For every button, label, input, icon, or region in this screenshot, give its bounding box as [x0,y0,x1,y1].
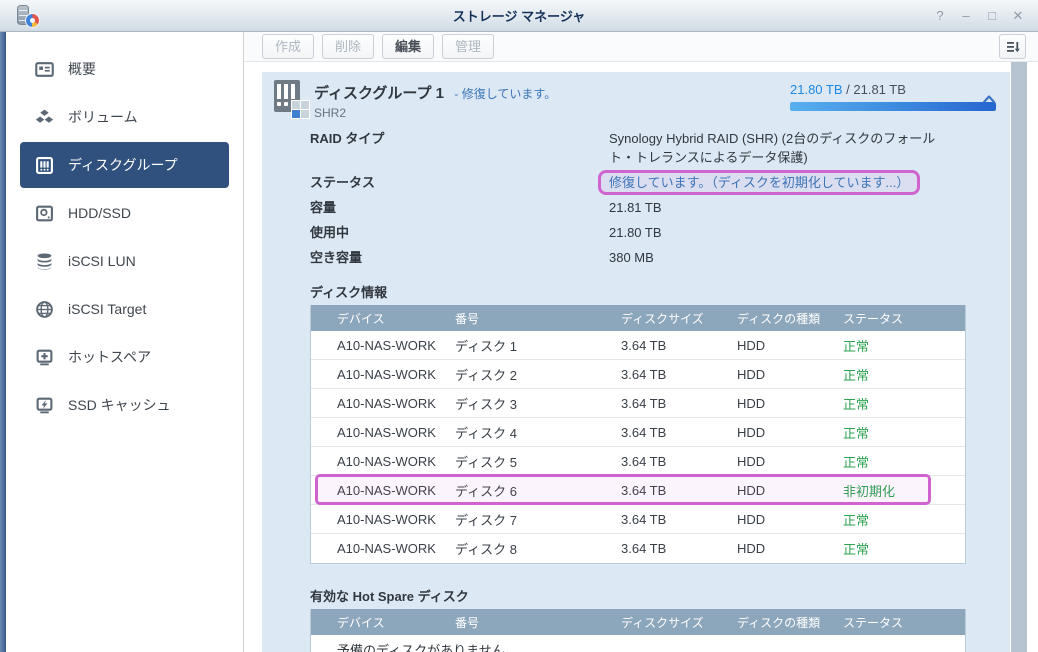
sidebar: 概要 ボリューム ディスクグループ HDD/SSD [6,32,244,652]
create-button[interactable]: 作成 [262,34,314,59]
detail-row-status: ステータス 修復しています。（ディスクを初期化しています...） [274,170,998,195]
status-annotation-box: 修復しています。（ディスクを初期化しています...） [598,170,920,195]
iscsi-lun-icon [34,251,54,271]
raid-level-label: SHR2 [314,106,556,120]
detail-row-raid-type: RAID タイプ Synology Hybrid RAID (SHR) (2台の… [274,126,998,170]
sidebar-item-hdd-ssd[interactable]: HDD/SSD [20,190,229,236]
usage-total-value: 21.81 TB [853,82,906,97]
detail-row-free: 空き容量 380 MB [274,245,998,270]
hdd-ssd-icon [34,203,54,223]
disk-group-panel: ディスクグループ 1 - 修復しています。 SHR2 21.80 TB / 21… [262,72,1010,652]
sidebar-item-overview[interactable]: 概要 [20,46,229,92]
disk-status: 正常 [843,539,965,558]
sidebar-item-disk-group[interactable]: ディスクグループ [20,142,229,188]
sidebar-item-volume[interactable]: ボリューム [20,94,229,140]
sidebar-item-iscsi-lun[interactable]: iSCSI LUN [20,238,229,284]
sort-icon [1005,39,1021,55]
window-title: ストレージ マネージャ [0,6,1038,25]
disk-row-3[interactable]: A10-NAS-WORKディスク 33.64 TBHDD正常 [311,389,965,418]
sidebar-item-ssd-cache[interactable]: SSD キャッシュ [20,382,229,428]
usage-bar [790,102,996,111]
usage-separator: / [843,82,854,97]
maximize-button[interactable]: □ [984,8,1000,24]
hot-spare-section-title: 有効な Hot Spare ディスク [310,586,998,605]
hot-spare-empty-message: 予備のディスクがありません。 [311,635,965,652]
scrollbar-track[interactable] [1011,62,1027,652]
manage-button[interactable]: 管理 [442,34,494,59]
minimize-button[interactable]: – [958,8,974,24]
usage-used-value: 21.80 TB [790,82,843,97]
disk-status: 正常 [843,452,965,471]
title-bar: ストレージ マネージャ ? – □ ✕ [0,0,1038,32]
disk-row-1[interactable]: A10-NAS-WORKディスク 13.64 TBHDD正常 [311,331,965,360]
hot-spare-table-header: デバイス 番号 ディスクサイズ ディスクの種類 ステータス [311,609,965,635]
disk-row-8[interactable]: A10-NAS-WORKディスク 83.64 TBHDD正常 [311,534,965,563]
disk-row-2[interactable]: A10-NAS-WORKディスク 23.64 TBHDD正常 [311,360,965,389]
disk-info-table: デバイス 番号 ディスクサイズ ディスクの種類 ステータス A10-NAS-WO… [310,305,966,564]
disk-info-section-title: ディスク情報 [310,282,998,301]
disk-row-5[interactable]: A10-NAS-WORKディスク 53.64 TBHDD正常 [311,447,965,476]
sort-button[interactable] [999,34,1026,59]
help-button[interactable]: ? [932,8,948,24]
disk-group-icon [34,155,54,175]
disk-row-7[interactable]: A10-NAS-WORKディスク 73.64 TBHDD正常 [311,505,965,534]
sidebar-item-iscsi-target[interactable]: iSCSI Target [20,286,229,332]
disk-status: 正常 [843,423,965,442]
iscsi-target-icon [34,299,54,319]
volume-icon [34,107,54,127]
detail-row-capacity: 容量 21.81 TB [274,195,998,220]
disk-row-4[interactable]: A10-NAS-WORKディスク 43.64 TBHDD正常 [311,418,965,447]
disk-group-status-suffix: - 修復しています。 [454,87,556,101]
sidebar-item-hot-spare[interactable]: ホットスペア [20,334,229,380]
disk-group-title: ディスクグループ 1 [314,85,444,102]
disk-status: 正常 [843,394,965,413]
hot-spare-table: デバイス 番号 ディスクサイズ ディスクの種類 ステータス 予備のディスクがあり… [310,609,966,652]
detail-row-used: 使用中 21.80 TB [274,220,998,245]
close-button[interactable]: ✕ [1010,8,1026,24]
ssd-cache-icon [34,395,54,415]
overview-icon [34,59,54,79]
disk-status: 正常 [843,336,965,355]
storage-manager-window: ストレージ マネージャ ? – □ ✕ 概要 ボリューム [0,0,1038,652]
disk-status: 正常 [843,510,965,529]
collapse-chevron-up-icon[interactable] [982,94,996,104]
edit-button[interactable]: 編集 [382,34,434,59]
usage-bar-fill [790,102,996,111]
toolbar: 作成 削除 編集 管理 [244,32,1038,62]
disk-group-panel-icon [274,80,304,116]
disk-table-header: デバイス 番号 ディスクサイズ ディスクの種類 ステータス [311,305,965,331]
disk-group-details: RAID タイプ Synology Hybrid RAID (SHR) (2台の… [274,126,998,270]
disk-status: 非初期化 [843,481,965,500]
disk-group-header[interactable]: ディスクグループ 1 - 修復しています。 SHR2 21.80 TB / 21… [274,78,998,122]
usage-block: 21.80 TB / 21.81 TB [790,82,996,111]
delete-button[interactable]: 削除 [322,34,374,59]
storage-manager-app-icon [16,4,40,28]
disk-status: 正常 [843,365,965,384]
hot-spare-icon [34,347,54,367]
content-area: 作成 削除 編集 管理 ディスクグループ 1 [244,32,1038,652]
disk-row-6[interactable]: A10-NAS-WORKディスク 63.64 TBHDD非初期化 [311,476,965,505]
